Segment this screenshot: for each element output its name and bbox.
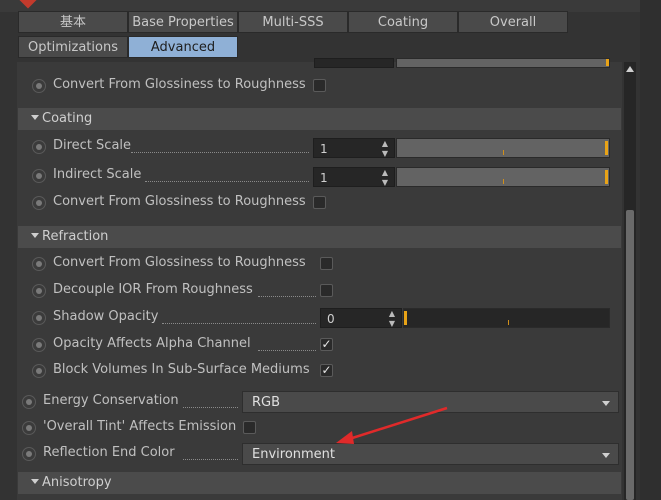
- annotation-arrow-icon: [336, 406, 448, 444]
